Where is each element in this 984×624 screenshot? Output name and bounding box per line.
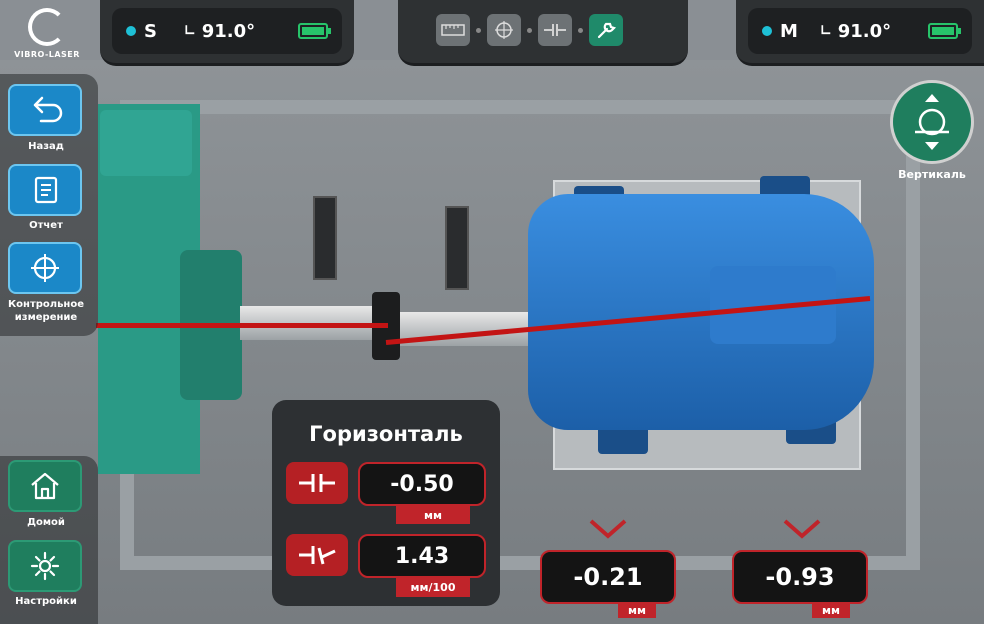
step-separator <box>578 27 583 33</box>
offset-unit: мм <box>396 506 470 524</box>
report-label: Отчет <box>29 220 63 231</box>
report-button[interactable] <box>8 164 82 216</box>
step-measurement[interactable] <box>487 14 521 46</box>
sensor-m-info: M ∟ 91.0° <box>748 8 972 54</box>
angularity-icon-box <box>286 534 348 576</box>
settings-label: Настройки <box>15 596 77 607</box>
home-button[interactable] <box>8 460 82 512</box>
sensor-s-status-bar: S ∟ 91.0° <box>100 0 354 66</box>
rear-foot-value: -0.93 <box>732 550 868 604</box>
angularity-unit: мм/100 <box>396 577 470 597</box>
check-measurement-label: Контрольное измерение <box>8 299 84 323</box>
horizontal-results-panel: Горизонталь -0.50 мм 1.43 мм/100 <box>272 400 500 606</box>
target-icon <box>495 21 513 39</box>
chevron-down-icon <box>783 519 821 539</box>
vertical-view-label: Вертикаль <box>898 168 966 181</box>
crosshair-icon <box>31 254 59 282</box>
angle-icon: ∟ <box>820 23 832 39</box>
laser-sensor-m <box>445 206 469 290</box>
angle-icon: ∟ <box>184 23 196 39</box>
sensor-m-angle: 91.0° <box>837 20 892 42</box>
laser-line-pump <box>96 323 388 328</box>
workflow-steps-bar <box>398 0 688 66</box>
battery-icon <box>928 23 961 39</box>
logo-icon <box>28 8 66 46</box>
front-foot-value: -0.21 <box>540 550 676 604</box>
laser-sensor-s <box>313 196 337 280</box>
sensor-s-info: S ∟ 91.0° <box>112 8 342 54</box>
settings-button[interactable] <box>8 540 82 592</box>
rear-foot-unit: мм <box>812 602 850 618</box>
ruler-icon <box>441 24 465 36</box>
step-separator <box>476 27 481 33</box>
report-icon <box>34 176 58 204</box>
coupling-icon <box>544 24 566 36</box>
workflow-steps <box>436 14 623 46</box>
back-label: Назад <box>28 141 64 152</box>
step-correction[interactable] <box>589 14 623 46</box>
step-measure-distances[interactable] <box>436 14 470 46</box>
vertical-view-icon <box>915 94 949 150</box>
angularity-icon <box>299 546 336 565</box>
app-logo: VIBRO-LASER <box>6 8 88 59</box>
front-foot-unit: мм <box>618 602 656 618</box>
battery-icon <box>298 23 331 39</box>
wrench-icon <box>597 22 617 39</box>
sensor-s-name: S <box>144 20 157 42</box>
sensor-s-angle: 91.0° <box>201 20 256 42</box>
offset-icon <box>299 474 335 492</box>
pump-flange <box>100 110 192 176</box>
back-arrow-icon <box>33 96 63 123</box>
step-separator <box>527 27 532 33</box>
connection-dot <box>762 26 772 36</box>
connection-dot <box>126 26 136 36</box>
vertical-view-button[interactable] <box>890 80 974 164</box>
home-label: Домой <box>27 517 65 528</box>
check-measurement-button[interactable] <box>8 242 82 294</box>
step-results[interactable] <box>538 14 572 46</box>
logo-text: VIBRO-LASER <box>14 50 80 59</box>
angularity-value: 1.43 <box>358 534 486 578</box>
offset-value: -0.50 <box>358 462 486 506</box>
sensor-m-name: M <box>780 20 798 42</box>
sensor-m-status-bar: M ∟ 91.0° <box>736 0 984 66</box>
chevron-down-icon <box>589 519 627 539</box>
home-icon <box>31 472 59 500</box>
offset-icon-box <box>286 462 348 504</box>
gear-icon <box>30 551 60 581</box>
back-button[interactable] <box>8 84 82 136</box>
panel-title: Горизонталь <box>309 422 463 446</box>
